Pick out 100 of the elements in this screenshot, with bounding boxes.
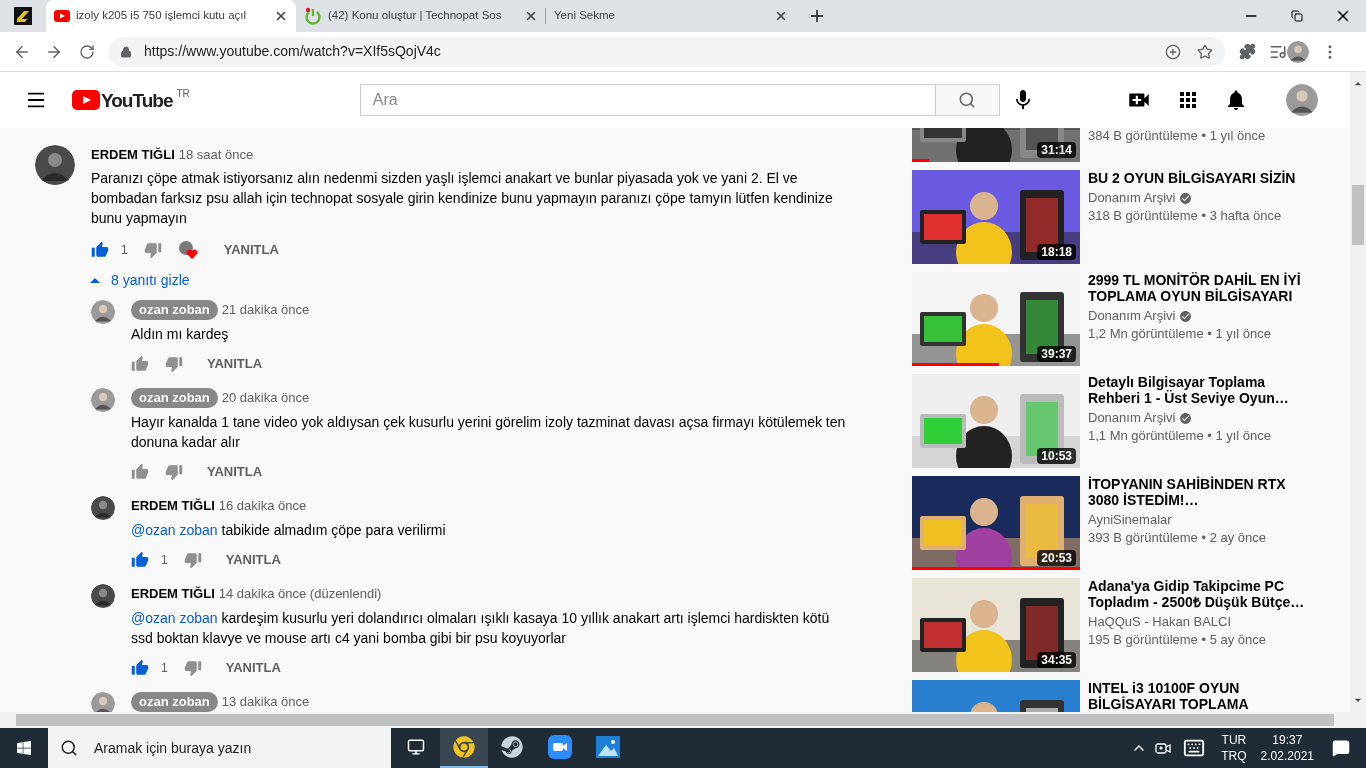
avatar[interactable] (91, 584, 115, 608)
comment-text: Aldın mı kardeş (131, 325, 230, 344)
dislike-icon[interactable] (183, 659, 202, 677)
meeting-icon[interactable] (1155, 740, 1172, 756)
keyboard-icon[interactable] (1183, 737, 1206, 759)
avatar[interactable] (1287, 40, 1309, 63)
search-button[interactable] (935, 84, 1000, 116)
avatar[interactable] (35, 145, 75, 185)
video-item[interactable]: 10:53 Detaylı Bilgisayar Toplama Rehberi 1 - Üst Seviye Oyun… Donanım Arşivi 1,1 Mn görüntüleme • 1 yıl önce (912, 374, 1350, 468)
video-thumbnail[interactable]: 31:14 (912, 128, 1080, 162)
comment-time[interactable]: 21 dakika önce (221, 300, 310, 320)
replies-toggle[interactable]: 8 yanıtı gizle (83, 270, 190, 290)
video-meta: 1,2 Mn görüntüleme • 1 yıl önce (1088, 325, 1273, 343)
author-name[interactable]: ERDEM TIĞLI (91, 145, 175, 165)
video-title[interactable]: 2999 TL MONİTÖR DAHİL EN İYİ TOPLAMA OYUN BİLGİSAYARI (1088, 272, 1320, 304)
reply-button[interactable]: YANITLA (215, 234, 287, 266)
reply-button[interactable]: YANITLA (199, 456, 271, 488)
app-logo-icon[interactable] (14, 7, 32, 25)
author-name[interactable]: ozan zoban (131, 300, 218, 320)
author-name[interactable]: ozan zoban (131, 388, 218, 408)
channel-name[interactable]: Donanım Arşivi (1088, 188, 1176, 208)
like-icon[interactable] (131, 355, 149, 373)
comment-time[interactable]: 16 dakika önce (218, 496, 307, 516)
address-bar[interactable]: https://www.youtube.com/watch?v=XIf5sQojV4c (108, 36, 1225, 67)
video-item[interactable]: 34:35 Adana'ya Gidip Takipcime PC Topladım - 2500₺ Düşük Bütçe… HaQQuS - Hakan BALCI 195 B görüntüleme • 5 ay önce (912, 578, 1350, 672)
video-thumbnail[interactable]: 39:37 (912, 272, 1080, 366)
avatar[interactable] (1286, 84, 1318, 116)
video-thumbnail[interactable]: 20:53 (912, 476, 1080, 570)
notifications-icon[interactable] (1332, 739, 1350, 757)
mention-link[interactable]: @ozan zoban (131, 522, 218, 538)
language-code[interactable]: TUR (1221, 732, 1247, 748)
dislike-icon[interactable] (165, 355, 183, 373)
reply-button[interactable]: YANITLA (217, 652, 289, 684)
vertical-scrollbar[interactable] (1350, 72, 1366, 712)
avatar[interactable] (91, 388, 115, 412)
like-icon[interactable] (131, 463, 149, 481)
video-item[interactable]: 20:53 İTOPYANIN SAHİBİNDEN RTX 3080 İSTEDİM!… AyniSinemalar 393 B görüntüleme • 2 ay önce (912, 476, 1350, 570)
close-icon[interactable] (524, 9, 538, 23)
taskbar-app[interactable] (440, 728, 488, 768)
close-icon[interactable] (774, 9, 788, 23)
channel-name[interactable]: HaQQuS - Hakan BALCI (1088, 612, 1232, 632)
duration-badge: 31:14 (1037, 142, 1076, 158)
keyboard-layout[interactable]: TRQ (1221, 748, 1247, 764)
close-icon[interactable] (274, 9, 288, 23)
restore-icon[interactable] (1291, 10, 1303, 22)
duration-badge: 39:37 (1037, 346, 1076, 362)
avatar[interactable] (91, 300, 115, 324)
youtube-logo-icon[interactable] (72, 90, 100, 110)
video-title[interactable]: INTEL i3 10100F OYUN BİLGİSAYARI TOPLAMA (1088, 680, 1320, 712)
tab-title: izoly k205 i5 750 işlemci kutu açıl (76, 8, 248, 24)
comment-time[interactable]: 13 dakika önce (221, 692, 310, 712)
bookmark-star-icon[interactable] (1197, 43, 1213, 60)
like-icon[interactable] (131, 551, 149, 569)
avatar[interactable] (91, 496, 115, 520)
scrollbar-thumb[interactable] (1352, 185, 1364, 245)
reply-button[interactable]: YANITLA (199, 348, 271, 380)
reply-button[interactable]: YANITLA (217, 544, 289, 576)
channel-name[interactable]: AyniSinemalar (1088, 510, 1172, 530)
new-tab-icon[interactable] (808, 7, 826, 25)
video-title[interactable]: Adana'ya Gidip Takipcime PC Topladım - 2500₺ Düşük Bütçe… (1088, 578, 1320, 610)
add-icon[interactable] (1165, 43, 1181, 60)
logo-text[interactable]: YouTube (101, 90, 173, 110)
video-camera-icon (548, 735, 572, 759)
clock-time[interactable]: 19:37 (1272, 732, 1303, 748)
comment-text: @ozan zoban tabikide almadım çöpe para verilirmi (131, 521, 447, 540)
video-item[interactable]: 18:18 BU 2 OYUN BİLGİSAYARI SİZİN Donanım Arşivi 318 B görüntüleme • 3 hafta önce (912, 170, 1350, 264)
browser-tab[interactable]: izoly k205 i5 750 işlemci kutu açıl (46, 0, 296, 32)
dislike-icon[interactable] (143, 241, 162, 259)
browser-tab[interactable]: Yeni Sekme (546, 0, 796, 32)
power-icon (304, 7, 322, 25)
horizontal-scrollbar[interactable] (0, 712, 1366, 728)
mention-link[interactable]: @ozan zoban (131, 610, 218, 626)
comment-time[interactable]: 18 saat önce (178, 145, 254, 165)
taskbar-search-field[interactable]: Aramak için buraya yazın (48, 728, 391, 768)
scrollbar-thumb[interactable] (16, 714, 1334, 726)
dislike-icon[interactable] (165, 463, 183, 481)
video-title[interactable]: BU 2 OYUN BİLGİSAYARI SİZİN (1088, 170, 1320, 186)
author-name[interactable]: ERDEM TIĞLI (131, 496, 215, 516)
url-text: https://www.youtube.com/watch?v=XIf5sQojV4c (144, 42, 441, 61)
channel-name[interactable]: Donanım Arşivi (1088, 306, 1176, 326)
windows-start-icon[interactable] (16, 740, 32, 756)
search-placeholder: Aramak için buraya yazın (94, 738, 252, 758)
video-title[interactable]: İTOPYANIN SAHİBİNDEN RTX 3080 İSTEDİM!… (1088, 476, 1320, 508)
photo-icon (596, 736, 620, 758)
browser-tab[interactable]: (42) Konu oluştur | Technopat Sos (296, 0, 546, 32)
reload-icon[interactable] (79, 43, 95, 60)
author-name[interactable]: ozan zoban (131, 692, 218, 712)
author-name[interactable]: ERDEM TIĞLI (131, 584, 215, 604)
video-item[interactable]: 39:37 2999 TL MONİTÖR DAHİL EN İYİ TOPLAMA OYUN BİLGİSAYARI Donanım Arşivi 1,2 Mn görüntüleme • 1 yıl önce (912, 272, 1350, 366)
like-icon[interactable] (91, 241, 109, 259)
comment-time[interactable]: 14 dakika önce (düzenlendi) (218, 584, 382, 604)
channel-name[interactable]: Donanım Arşivi (1088, 408, 1176, 428)
extensions-icon[interactable] (1239, 43, 1256, 60)
video-title[interactable]: Detaylı Bilgisayar Toplama Rehberi 1 - Üst Seviye Oyun… (1088, 374, 1320, 406)
clock-date[interactable]: 2.02.2021 (1260, 748, 1314, 764)
search-field[interactable]: Ara (359, 84, 936, 116)
like-icon[interactable] (131, 659, 149, 677)
dislike-icon[interactable] (183, 551, 202, 569)
comment-time[interactable]: 20 dakika önce (221, 388, 310, 408)
video-meta: 1,1 Mn görüntüleme • 1 yıl önce (1088, 427, 1273, 445)
